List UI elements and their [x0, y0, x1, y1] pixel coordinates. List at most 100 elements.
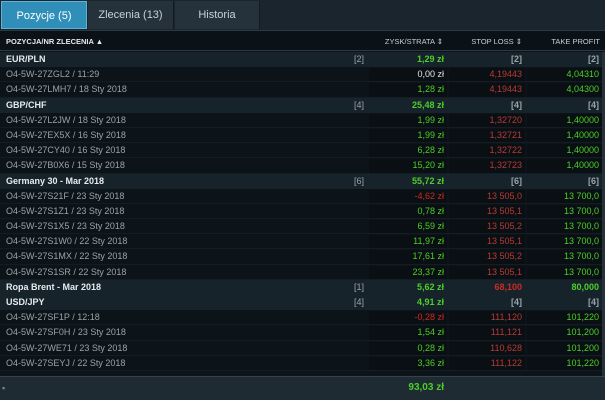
instrument-name: EUR/PLN	[6, 54, 46, 64]
take-profit-cell[interactable]: 13 700,0	[527, 220, 602, 234]
total-profit-loss: 93,03 zł	[408, 382, 444, 393]
take-profit-cell[interactable]: [2]	[527, 53, 602, 66]
take-profit-cell[interactable]: 13 700,0	[527, 189, 602, 203]
take-profit-cell[interactable]: 80,000	[527, 281, 602, 294]
position-row[interactable]: O4-5W-27LMH7 / 18 Sty 2018 1,28 zł 4,19443…	[0, 82, 605, 98]
position-count: [1]	[353, 281, 364, 292]
take-profit-cell[interactable]: 4,04310	[527, 68, 602, 82]
take-profit-cell[interactable]: 101,200	[527, 341, 602, 355]
order-id: O4-5W-27CY40 / 16 Sty 2018	[6, 145, 126, 156]
instrument-name: GBP/CHF	[6, 99, 47, 110]
stop-loss-cell[interactable]: 13 505,1	[449, 265, 525, 279]
tab-positions[interactable]: Pozycje (5)	[1, 1, 87, 29]
column-header-position[interactable]: POZYCJA/NR ZLECENIA ▲	[6, 37, 103, 46]
stop-loss-cell[interactable]: 1,32721	[449, 128, 525, 143]
take-profit-cell[interactable]: 1,40000	[527, 128, 602, 143]
take-profit-cell[interactable]: 1,40000	[527, 144, 602, 158]
position-row[interactable]: O4-5W-27CY40 / 16 Sty 2018 6,28 zł 1,32722…	[0, 143, 605, 159]
position-row[interactable]: O4-5W-27SEYJ / 22 Sty 2018 3,36 zł 111,122…	[0, 355, 605, 371]
stop-loss-cell[interactable]: [4]	[449, 296, 525, 309]
profit-loss-cell: 1,29 zł	[416, 54, 444, 64]
take-profit-cell[interactable]: [6]	[527, 175, 602, 188]
positions-table: EUR/PLN [2] 1,29 zł [2] [2] O4-5W-27ZGL2 / 11…	[0, 52, 605, 371]
profit-loss-cell: 6,59 zł	[369, 220, 447, 234]
stop-loss-cell[interactable]: 4,19443	[449, 68, 525, 82]
instrument-group-row[interactable]: GBP/CHF [4] 25,48 zł [4] [4]	[0, 97, 605, 113]
order-id: O4-5W-27S1X5 / 23 Sty 2018	[6, 221, 125, 232]
instrument-group-row[interactable]: Ropa Brent - Mar 2018 [1] 5,62 zł 68,100 80,…	[0, 279, 605, 295]
take-profit-cell[interactable]: 101,220	[527, 356, 602, 370]
position-row[interactable]: O4-5W-27S1X5 / 23 Sty 2018 6,59 zł 13 505,…	[0, 219, 605, 235]
take-profit-cell[interactable]: 1,40000	[527, 113, 602, 127]
instrument-group-row[interactable]: Germany 30 - Mar 2018 [6] 55,72 zł [6] [6]	[0, 173, 605, 189]
stop-loss-cell[interactable]: 13 505,2	[449, 250, 525, 264]
stop-loss-cell[interactable]: [2]	[449, 53, 525, 66]
profit-loss-cell: 0,00 zł	[369, 68, 447, 82]
position-row[interactable]: O4-5W-27S1W0 / 22 Sty 2018 11,97 zł 13 505…	[0, 234, 605, 250]
order-id: O4-5W-27EX5X / 16 Sty 2018	[6, 129, 126, 140]
position-row[interactable]: O4-5W-27SF0H / 23 Sty 2018 1,54 zł 111,121…	[0, 325, 605, 341]
position-count: [2]	[353, 54, 364, 64]
tab-orders[interactable]: Zlecenia (13)	[88, 1, 174, 29]
order-id: O4-5W-27SF1P / 12:18	[6, 312, 100, 323]
stop-loss-cell[interactable]: [6]	[449, 175, 525, 188]
take-profit-cell[interactable]: 1,40000	[527, 159, 602, 173]
stop-loss-cell[interactable]: 111,122	[449, 356, 525, 370]
stop-loss-cell[interactable]: 13 505,1	[449, 204, 525, 219]
column-header-stop-loss[interactable]: STOP LOSS ⇕	[450, 37, 522, 46]
order-id: O4-5W-27S1W0 / 22 Sty 2018	[6, 236, 128, 247]
position-row[interactable]: O4-5W-27ZGL2 / 11:29 0,00 zł 4,19443 4,0431…	[0, 67, 605, 83]
order-id: O4-5W-27SF0H / 23 Sty 2018	[6, 327, 126, 338]
tab-history[interactable]: Historia	[175, 1, 260, 29]
instrument-group-row[interactable]: EUR/PLN [2] 1,29 zł [2] [2]	[0, 52, 605, 68]
position-row[interactable]: O4-5W-27S1MX / 22 Sty 2018 17,61 zł 13 505…	[0, 249, 605, 265]
stop-loss-cell[interactable]: 13 505,0	[449, 189, 525, 203]
position-row[interactable]: O4-5W-27S1Z1 / 23 Sty 2018 0,78 zł 13 505,…	[0, 203, 605, 220]
position-row[interactable]: O4-5W-27L2JW / 18 Sty 2018 1,99 zł 1,32720…	[0, 112, 605, 128]
order-id: O4-5W-27ZGL2 / 11:29	[6, 69, 100, 80]
column-header-take-profit[interactable]: TAKE PROFIT	[532, 37, 600, 46]
take-profit-cell[interactable]: 13 700,0	[527, 265, 602, 279]
stop-loss-cell[interactable]: 13 505,1	[449, 235, 525, 249]
position-row[interactable]: O4-5W-27EX5X / 16 Sty 2018 1,99 zł 1,32721…	[0, 127, 605, 144]
take-profit-cell[interactable]: [4]	[527, 296, 602, 309]
instrument-name: Germany 30 - Mar 2018	[6, 175, 105, 186]
stop-loss-cell[interactable]: 111,121	[449, 326, 525, 340]
position-row[interactable]: O4-5W-27S21F / 23 Sty 2018 -4,62 zł 13 505…	[0, 188, 605, 204]
stop-loss-cell[interactable]: 68,100	[449, 281, 525, 294]
position-row[interactable]: O4-5W-27S1SR / 22 Sty 2018 23,37 zł 13 505…	[0, 264, 605, 280]
take-profit-cell[interactable]: 101,220	[527, 311, 602, 325]
stop-loss-cell[interactable]: 110,628	[449, 341, 525, 355]
position-row[interactable]: O4-5W-27SF1P / 12:18 -0,28 zł 111,120 101,2…	[0, 310, 605, 326]
profit-loss-cell: -4,62 zł	[369, 189, 447, 203]
stop-loss-cell[interactable]: 13 505,2	[449, 220, 525, 234]
order-id: O4-5W-27SEYJ / 22 Sty 2018	[6, 357, 126, 368]
profit-loss-cell: 1,99 zł	[369, 113, 447, 127]
instrument-group-row[interactable]: USD/JPY [4] 4,91 zł [4] [4]	[0, 295, 605, 311]
take-profit-cell[interactable]: 13 700,0	[527, 250, 602, 264]
order-id: O4-5W-27S21F / 23 Sty 2018	[6, 190, 125, 201]
take-profit-cell[interactable]: 13 700,0	[527, 235, 602, 249]
stop-loss-cell[interactable]: 1,32720	[449, 113, 525, 127]
stop-loss-cell[interactable]: [4]	[449, 99, 525, 112]
profit-loss-cell: 23,37 zł	[369, 265, 447, 279]
take-profit-cell[interactable]: 4,04300	[527, 83, 602, 97]
tab-bar: Pozycje (5) Zlecenia (13) Historia	[0, 0, 605, 30]
table-header: POZYCJA/NR ZLECENIA ▲ ZYSK/STRATA ⇕ STOP…	[0, 30, 605, 51]
position-row[interactable]: O4-5W-27WE71 / 23 Sty 2018 0,28 zł 110,628…	[0, 340, 605, 356]
stop-loss-cell[interactable]: 1,32722	[449, 144, 525, 158]
stop-loss-cell[interactable]: 1,32723	[449, 159, 525, 173]
profit-loss-cell: 0,78 zł	[369, 204, 447, 219]
column-header-profit-loss[interactable]: ZYSK/STRATA ⇕	[330, 37, 443, 46]
take-profit-cell[interactable]: [4]	[527, 99, 602, 112]
take-profit-cell[interactable]: 13 700,0	[527, 204, 602, 219]
profit-loss-cell: -0,28 zł	[369, 311, 447, 325]
position-count: [4]	[353, 99, 364, 110]
position-row[interactable]: O4-5W-27B0X6 / 15 Sty 2018 15,20 zł 1,3272…	[0, 158, 605, 174]
profit-loss-cell: 3,36 zł	[369, 356, 447, 370]
stop-loss-cell[interactable]: 4,19443	[449, 83, 525, 97]
take-profit-cell[interactable]: 101,200	[527, 326, 602, 340]
stop-loss-cell[interactable]: 111,120	[449, 311, 525, 325]
instrument-name: Ropa Brent - Mar 2018	[6, 281, 102, 292]
profit-loss-cell: 6,28 zł	[369, 144, 447, 158]
